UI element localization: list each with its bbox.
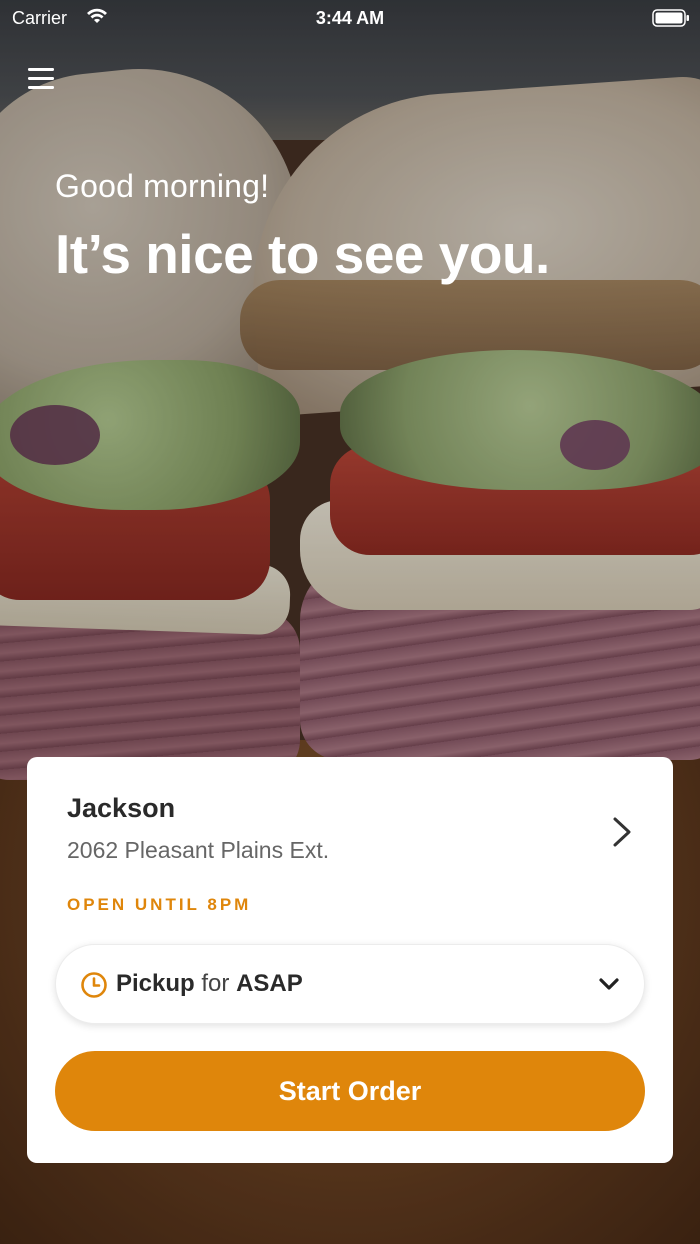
- order-card: Jackson 2062 Pleasant Plains Ext. OPEN U…: [27, 757, 673, 1163]
- pickup-summary: Pickup for ASAP: [116, 970, 303, 998]
- location-address: 2062 Pleasant Plains Ext.: [67, 837, 330, 863]
- store-hours: OPEN UNTIL 8PM: [67, 895, 252, 914]
- home-screen: Carrier 3:44 AM Good morning! It’s nice …: [0, 0, 700, 1244]
- chevron-right-icon: [613, 817, 631, 847]
- chevron-down-icon: [599, 978, 619, 990]
- location-selector[interactable]: Jackson 2062 Pleasant Plains Ext.: [67, 793, 637, 873]
- start-order-button[interactable]: Start Order: [55, 1051, 645, 1131]
- battery-icon: [652, 9, 689, 27]
- hamburger-menu-icon[interactable]: [26, 64, 56, 94]
- greeting-text: Good morning!: [55, 168, 270, 204]
- location-name: Jackson: [67, 793, 176, 823]
- order-time: ASAP: [236, 970, 303, 997]
- pickup-time-selector[interactable]: Pickup for ASAP: [55, 944, 645, 1024]
- welcome-headline: It’s nice to see you.: [55, 223, 550, 285]
- status-bar: Carrier 3:44 AM: [0, 0, 700, 36]
- clock-icon: [81, 972, 107, 998]
- order-mode-joiner: for: [201, 970, 230, 997]
- order-mode: Pickup: [116, 970, 195, 997]
- clock-time: 3:44 AM: [315, 8, 385, 28]
